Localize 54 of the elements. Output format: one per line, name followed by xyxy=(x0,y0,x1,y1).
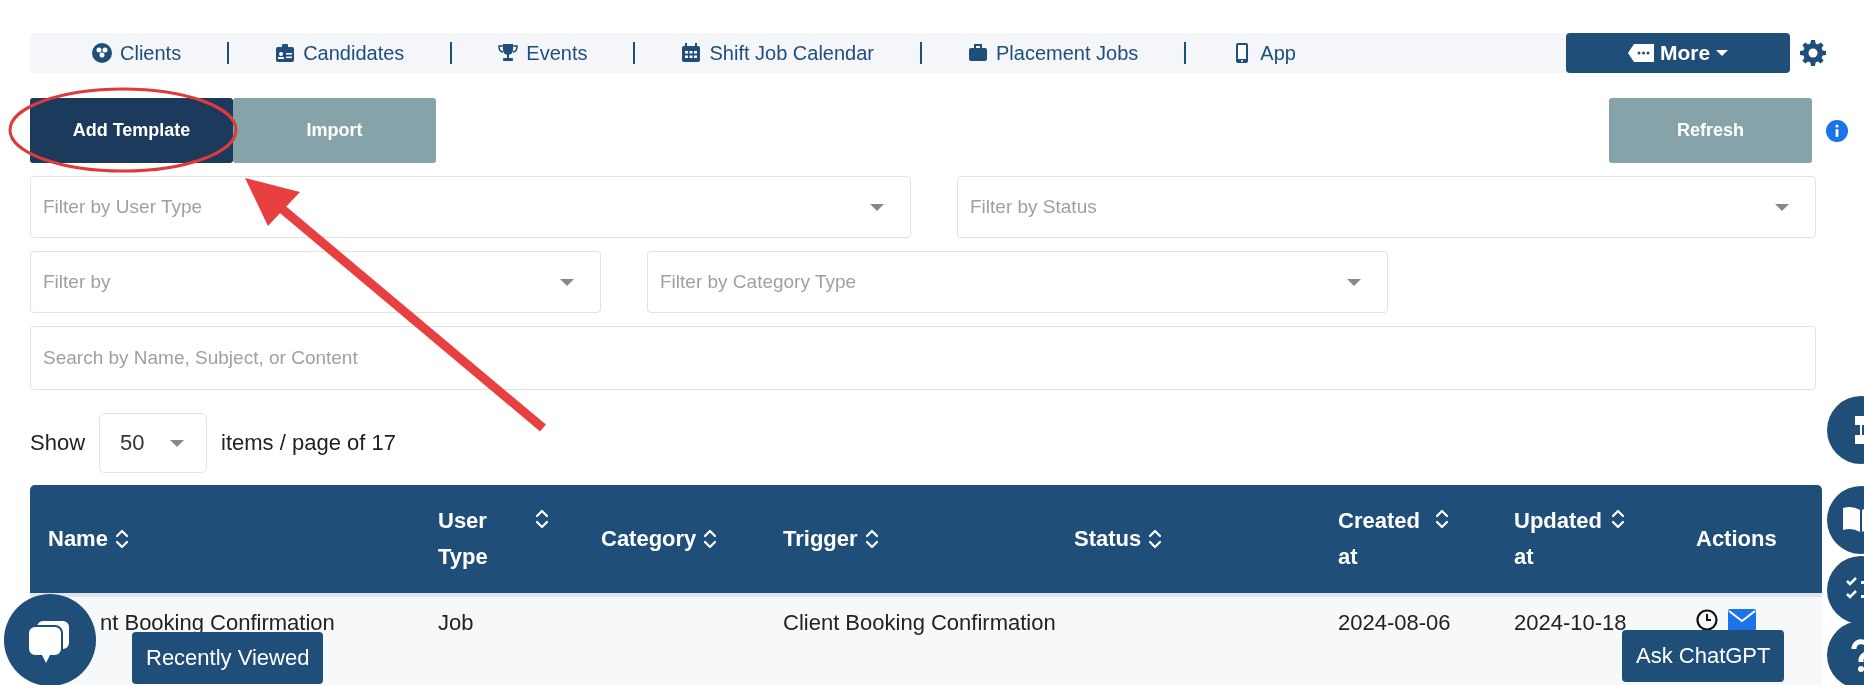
sort-icon[interactable] xyxy=(865,529,878,549)
column-header[interactable]: Created at xyxy=(1338,503,1428,575)
column-header[interactable]: Name xyxy=(48,521,108,557)
clock-icon[interactable] xyxy=(1696,609,1718,631)
info-icon[interactable] xyxy=(1826,119,1848,142)
hierarchy-icon[interactable] xyxy=(1826,395,1864,465)
caret-icon xyxy=(170,439,185,447)
table-cell: Job xyxy=(438,610,474,635)
sort-icon[interactable] xyxy=(1149,529,1162,549)
help-icon[interactable] xyxy=(1826,620,1864,685)
sort-icon[interactable] xyxy=(536,509,548,529)
caret-icon xyxy=(560,278,574,286)
nav-link[interactable]: App xyxy=(1186,41,1342,65)
caret-icon xyxy=(1716,49,1729,57)
nav-link[interactable]: Events xyxy=(452,41,634,65)
sort-icon[interactable] xyxy=(704,529,717,549)
table-cell: Client Booking Confirmation xyxy=(783,610,1056,635)
nav-link[interactable]: Shift Job Calendar xyxy=(635,41,921,65)
tag-icon xyxy=(1627,44,1654,62)
users-icon xyxy=(92,43,112,63)
caret-icon xyxy=(870,203,884,211)
column-header: Actions xyxy=(1696,525,1777,553)
add-template-button[interactable]: Add Template xyxy=(30,98,233,163)
table-cell: 2024-08-06 xyxy=(1338,610,1451,635)
briefcase-icon xyxy=(968,43,989,63)
sort-icon[interactable] xyxy=(1612,509,1624,529)
envelope-icon[interactable] xyxy=(1728,609,1756,631)
nav-link[interactable]: Placement Jobs xyxy=(922,41,1185,65)
caret-icon xyxy=(1347,278,1361,286)
nav-link[interactable]: Candidates xyxy=(229,41,451,65)
sort-icon[interactable] xyxy=(115,529,128,549)
column-header[interactable]: Status xyxy=(1074,521,1142,557)
column-header[interactable]: Category xyxy=(601,521,697,557)
calendar-icon xyxy=(681,43,702,63)
caret-icon xyxy=(1775,203,1789,211)
more-button[interactable]: More xyxy=(1566,33,1790,73)
column-header[interactable]: Updated at xyxy=(1514,503,1604,575)
id-badge-icon xyxy=(275,43,296,63)
nav-link[interactable]: Clients xyxy=(92,41,228,65)
page-count-label: items / page of 17 xyxy=(221,430,396,456)
book-icon[interactable] xyxy=(1826,485,1864,555)
chat-icon[interactable] xyxy=(4,594,96,685)
column-header[interactable]: Trigger xyxy=(783,521,858,557)
trophy-icon xyxy=(498,43,519,63)
settings-icon[interactable] xyxy=(1800,40,1826,66)
sort-icon[interactable] xyxy=(1436,509,1448,529)
show-label: Show xyxy=(30,430,86,456)
ask-chatgpt-button[interactable]: Ask ChatGPT xyxy=(1622,630,1785,682)
recently-viewed-button[interactable]: Recently Viewed xyxy=(132,632,324,684)
column-header[interactable]: User Type xyxy=(438,503,528,575)
table-cell: nt Booking Confirmation xyxy=(100,610,335,635)
search-field[interactable]: Search by Name, Subject, or Content xyxy=(30,326,1816,390)
checklist-icon[interactable] xyxy=(1826,555,1864,625)
page-size-dropdown[interactable]: 50 xyxy=(99,413,208,473)
